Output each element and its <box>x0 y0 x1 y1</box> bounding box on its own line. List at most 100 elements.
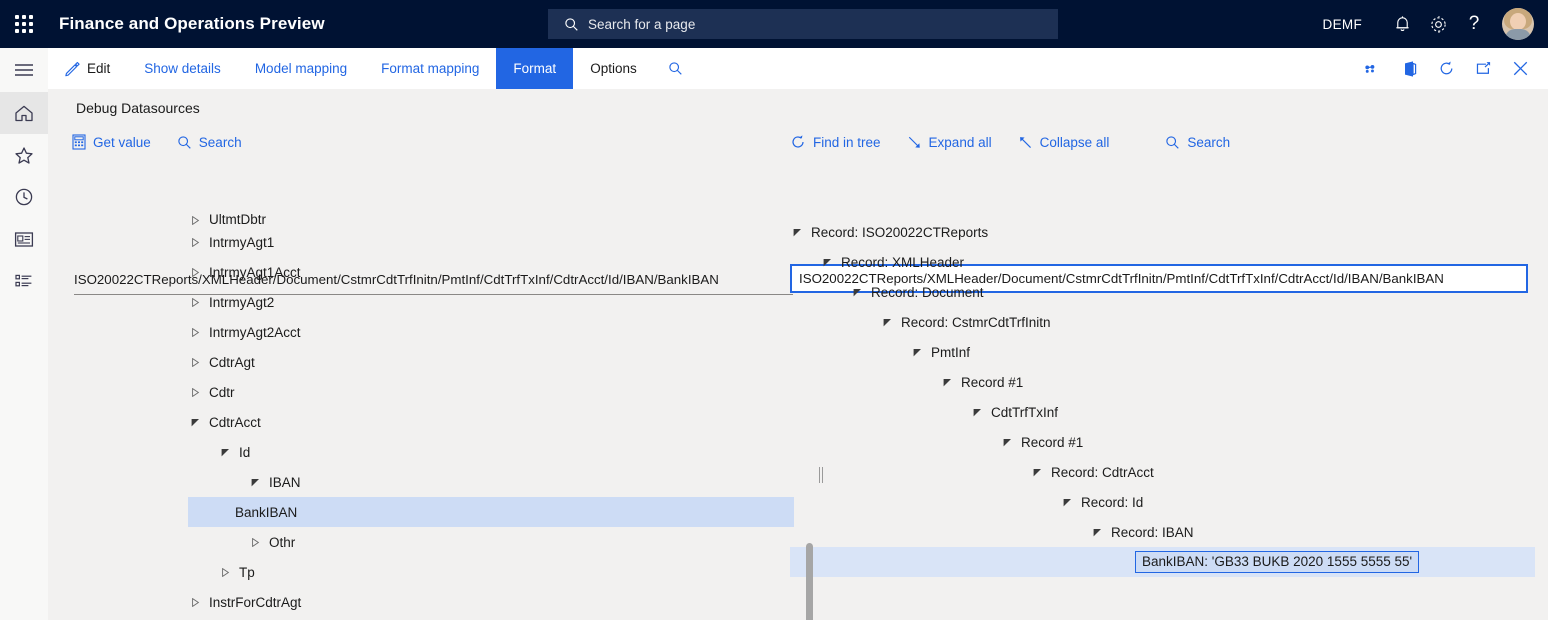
help-question-icon[interactable]: ? <box>1456 0 1492 48</box>
tab-show-details[interactable]: Show details <box>127 48 238 89</box>
chevron-collapsed-icon[interactable] <box>218 565 232 579</box>
tree-node-label: IntrmyAgt1 <box>209 235 274 250</box>
tree-node-label: CdtrAcct <box>209 415 261 430</box>
tree-node-label: InstrForCdtrAgt <box>209 595 301 610</box>
chevron-collapsed-icon[interactable] <box>188 213 202 227</box>
left-search-button[interactable]: Search <box>177 135 242 150</box>
tree-spacer <box>1120 555 1134 569</box>
chevron-expanded-icon[interactable] <box>970 405 984 419</box>
popout-window-icon[interactable] <box>1465 48 1502 89</box>
sidebar-item-workspaces[interactable] <box>0 218 48 260</box>
chevron-collapsed-icon[interactable] <box>188 385 202 399</box>
tab-format-mapping[interactable]: Format mapping <box>364 48 496 89</box>
chevron-expanded-icon[interactable] <box>188 415 202 429</box>
result-tree[interactable]: Record: ISO20022CTReports Record: XMLHead… <box>790 217 1535 617</box>
chevron-expanded-icon[interactable] <box>910 345 924 359</box>
right-search-button[interactable]: Search <box>1165 135 1230 150</box>
panel-splitter-handle[interactable] <box>819 467 825 483</box>
tree-node[interactable]: IntrmyAgt1Acct <box>72 257 794 287</box>
app-launcher-icon[interactable] <box>0 0 48 48</box>
chevron-collapsed-icon[interactable] <box>188 295 202 309</box>
tree-node[interactable]: Tp <box>72 557 794 587</box>
left-panel-toolbar: Get value Search <box>72 134 268 150</box>
tree-node[interactable]: Record: CstmrCdtTrfInitn <box>790 307 1535 337</box>
scrollbar-thumb[interactable] <box>806 543 813 620</box>
chevron-expanded-icon[interactable] <box>1090 525 1104 539</box>
tree-node[interactable]: Record: XMLHeader <box>790 247 1535 277</box>
chevron-expanded-icon[interactable] <box>1000 435 1014 449</box>
get-value-label: Get value <box>93 135 151 150</box>
chevron-collapsed-icon[interactable] <box>188 355 202 369</box>
tree-node[interactable]: Record: ISO20022CTReports <box>790 217 1535 247</box>
tree-node[interactable]: IntrmyAgt1 <box>72 227 794 257</box>
chevron-expanded-icon[interactable] <box>820 255 834 269</box>
tree-node-label: Record: XMLHeader <box>841 255 964 270</box>
global-search-input[interactable]: Search for a page <box>548 9 1058 39</box>
notifications-bell-icon[interactable] <box>1384 0 1420 48</box>
settings-gear-icon[interactable] <box>1420 0 1456 48</box>
user-avatar[interactable] <box>1502 8 1534 40</box>
edit-button-label: Edit <box>87 61 110 76</box>
tree-node-selected[interactable]: BankIBAN <box>188 497 794 527</box>
tree-node[interactable]: Record: IBAN <box>790 517 1535 547</box>
close-icon[interactable] <box>1502 48 1539 89</box>
datasource-tree[interactable]: UltmtDbtrIntrmyAgt1IntrmyAgt1AcctIntrmyA… <box>72 205 794 617</box>
tree-node[interactable]: Othr <box>72 527 794 557</box>
tree-node-label: BankIBAN <box>235 505 297 520</box>
chevron-collapsed-icon[interactable] <box>188 235 202 249</box>
search-icon <box>668 61 683 76</box>
tree-node[interactable]: Record: Document <box>790 277 1535 307</box>
edit-button[interactable]: Edit <box>48 48 127 89</box>
tab-format[interactable]: Format <box>496 48 573 89</box>
chevron-expanded-icon[interactable] <box>218 445 232 459</box>
chevron-collapsed-icon[interactable] <box>188 325 202 339</box>
chevron-collapsed-icon[interactable] <box>188 595 202 609</box>
tree-node[interactable]: Record #1 <box>790 367 1535 397</box>
tree-node[interactable]: IntrmyAgt2 <box>72 287 794 317</box>
tree-node[interactable]: Record #1 <box>790 427 1535 457</box>
find-in-tree-button[interactable]: Find in tree <box>790 134 881 150</box>
chevron-expanded-icon[interactable] <box>850 285 864 299</box>
arrow-down-right-icon <box>907 135 922 150</box>
command-bar-search-button[interactable] <box>654 48 697 89</box>
expand-all-button[interactable]: Expand all <box>907 135 992 150</box>
tree-node-selected[interactable]: BankIBAN: 'GB33 BUKB 2020 1555 5555 55' <box>790 547 1535 577</box>
chevron-expanded-icon[interactable] <box>1030 465 1044 479</box>
tree-node[interactable]: CdtrAgt <box>72 347 794 377</box>
refresh-icon[interactable] <box>1428 48 1465 89</box>
chevron-collapsed-icon[interactable] <box>188 265 202 279</box>
hamburger-menu-icon[interactable] <box>0 48 48 92</box>
tab-options[interactable]: Options <box>573 48 654 89</box>
tree-node[interactable]: PmtInf <box>790 337 1535 367</box>
tree-node[interactable]: Id <box>72 437 794 467</box>
company-selector[interactable]: DEMF <box>1323 17 1362 32</box>
tab-options-label: Options <box>590 61 637 76</box>
open-in-office-icon[interactable] <box>1391 48 1428 89</box>
chevron-expanded-icon[interactable] <box>1060 495 1074 509</box>
tree-node[interactable]: Record: CdtrAcct <box>790 457 1535 487</box>
tree-node[interactable]: CdtrAcct <box>72 407 794 437</box>
datasource-tree-scrollbar[interactable] <box>805 543 815 620</box>
tab-model-mapping[interactable]: Model mapping <box>238 48 364 89</box>
chevron-expanded-icon[interactable] <box>248 475 262 489</box>
get-value-button[interactable]: Get value <box>72 134 151 150</box>
tree-node[interactable]: Record: Id <box>790 487 1535 517</box>
tree-node[interactable]: UltmtDbtr <box>72 205 794 227</box>
sidebar-item-recent[interactable] <box>0 176 48 218</box>
share-link-icon[interactable] <box>1354 48 1391 89</box>
tree-node[interactable]: InstrForCdtrAgt <box>72 587 794 617</box>
tree-node-label: CdtrAgt <box>209 355 255 370</box>
tree-node[interactable]: Cdtr <box>72 377 794 407</box>
collapse-all-button[interactable]: Collapse all <box>1018 135 1110 150</box>
chevron-collapsed-icon[interactable] <box>248 535 262 549</box>
tree-node[interactable]: IBAN <box>72 467 794 497</box>
sidebar-item-modules[interactable] <box>0 260 48 302</box>
chevron-expanded-icon[interactable] <box>790 225 804 239</box>
tree-node[interactable]: IntrmyAgt2Acct <box>72 317 794 347</box>
chevron-expanded-icon[interactable] <box>940 375 954 389</box>
tree-node[interactable]: CdtTrfTxInf <box>790 397 1535 427</box>
sidebar-item-home[interactable] <box>0 92 48 134</box>
top-nav-right-group: DEMF ? <box>1323 0 1548 48</box>
chevron-expanded-icon[interactable] <box>880 315 894 329</box>
sidebar-item-favorites[interactable] <box>0 134 48 176</box>
